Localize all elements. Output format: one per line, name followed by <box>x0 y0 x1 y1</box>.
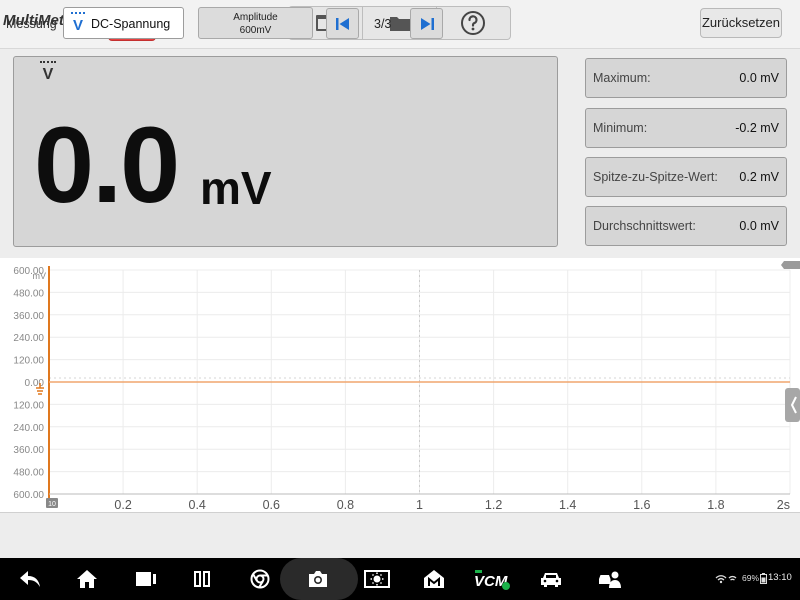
stat-label: Maximum: <box>593 71 651 85</box>
stat-peak-to-peak: Spitze-zu-Spitze-Wert: 0.2 mV <box>585 157 787 197</box>
x-tick-label: 0.2 <box>114 498 131 512</box>
back-icon[interactable] <box>18 569 42 589</box>
y-tick-label: 120.00 <box>13 356 44 367</box>
y-tick-label: 360.00 <box>13 311 44 322</box>
y-tick-label: 360.00 <box>13 445 44 456</box>
measurement-label: Messung <box>6 17 57 31</box>
vehicle-icon[interactable] <box>540 569 562 589</box>
system-nav-bar <box>0 558 800 600</box>
waveform-chart[interactable]: 600.00 480.00 360.00 240.00 120.00 0.00 120.00… <box>0 258 800 512</box>
clock: 13:10 <box>768 572 792 583</box>
x-tick-label: 1.2 <box>485 498 502 512</box>
x-tick-label: 0.8 <box>337 498 354 512</box>
battery-level: 69% <box>742 573 760 583</box>
browser-icon[interactable] <box>250 569 270 589</box>
amplitude-label: Amplitude <box>233 12 278 23</box>
tool-button-group <box>288 6 511 40</box>
x-tick-label: 0.4 <box>189 498 206 512</box>
recent-apps-icon[interactable] <box>135 569 157 589</box>
help-button[interactable] <box>437 7 510 39</box>
y-tick-label: 240.00 <box>13 333 44 344</box>
stat-value: 0.0 mV <box>739 219 779 233</box>
x-tick-label: 2s <box>777 498 790 512</box>
skip-previous-icon <box>336 18 349 30</box>
vcm-icon[interactable]: VCM <box>473 569 513 591</box>
home-icon[interactable] <box>76 569 98 589</box>
dc-voltage-icon: V <box>38 61 58 84</box>
y-tick-label: 120.00 <box>13 400 44 411</box>
previous-page-button[interactable] <box>326 8 359 39</box>
skip-next-icon <box>421 18 434 30</box>
folder-icon <box>390 17 410 31</box>
main-readout-panel: V 0.0 mV <box>13 56 558 247</box>
measured-value: 0.0 <box>34 104 180 225</box>
stat-value: 0.2 mV <box>739 170 779 184</box>
camera-icon[interactable] <box>307 569 329 589</box>
y-unit-label: mV <box>33 271 47 281</box>
amplitude-value: 600mV <box>239 25 272 36</box>
wifi-signal-icon <box>715 575 737 584</box>
stat-average: Durchschnittswert: 0.0 mV <box>585 206 787 246</box>
measured-unit: mV <box>200 162 272 214</box>
x-tick-label: 1.8 <box>707 498 724 512</box>
stat-value: -0.2 mV <box>735 121 779 135</box>
y-tick-label: 480.00 <box>13 288 44 299</box>
brightness-icon[interactable] <box>364 569 390 589</box>
stat-maximum: Maximum: 0.0 mV <box>585 58 787 98</box>
next-page-button[interactable] <box>410 8 443 39</box>
amplitude-button[interactable]: Amplitude 600mV <box>198 7 313 39</box>
trigger-marker-icon <box>781 261 800 269</box>
y-tick-label: 600.00 <box>13 490 44 501</box>
stat-value: 0.0 mV <box>739 71 779 85</box>
x-tick-label: 0.6 <box>263 498 280 512</box>
measurement-mode-symbol: V <box>72 17 83 34</box>
help-icon <box>461 11 485 35</box>
technician-icon[interactable] <box>597 569 623 589</box>
split-screen-icon[interactable] <box>193 569 211 589</box>
x-tick-label: 1 <box>416 498 423 512</box>
reset-button[interactable]: Zurücksetzen <box>700 8 782 38</box>
stat-label: Spitze-zu-Spitze-Wert: <box>593 170 718 184</box>
maxifix-icon[interactable] <box>423 569 445 589</box>
stat-label: Durchschnittswert: <box>593 219 696 233</box>
measurement-value: DC-Spannung <box>91 17 171 31</box>
x-start-badge-label: 10 <box>48 501 56 508</box>
page-indicator: 3/3 <box>374 17 392 31</box>
x-tick-label: 1.6 <box>633 498 650 512</box>
dc-voltage-icon: V <box>70 12 86 34</box>
x-tick-label: 1.4 <box>559 498 576 512</box>
measurement-select[interactable]: V DC-Spannung <box>63 7 184 39</box>
y-tick-label: 240.00 <box>13 423 44 434</box>
mode-symbol: V <box>42 66 54 83</box>
waveform-chart-svg: 600.00480.00360.00240.00120.000.00120.00… <box>13 261 800 512</box>
stat-label: Minimum: <box>593 121 648 135</box>
y-tick-label: 480.00 <box>13 468 44 479</box>
stat-minimum: Minimum: -0.2 mV <box>585 108 787 148</box>
control-bar <box>0 512 800 559</box>
battery-icon <box>760 573 767 584</box>
